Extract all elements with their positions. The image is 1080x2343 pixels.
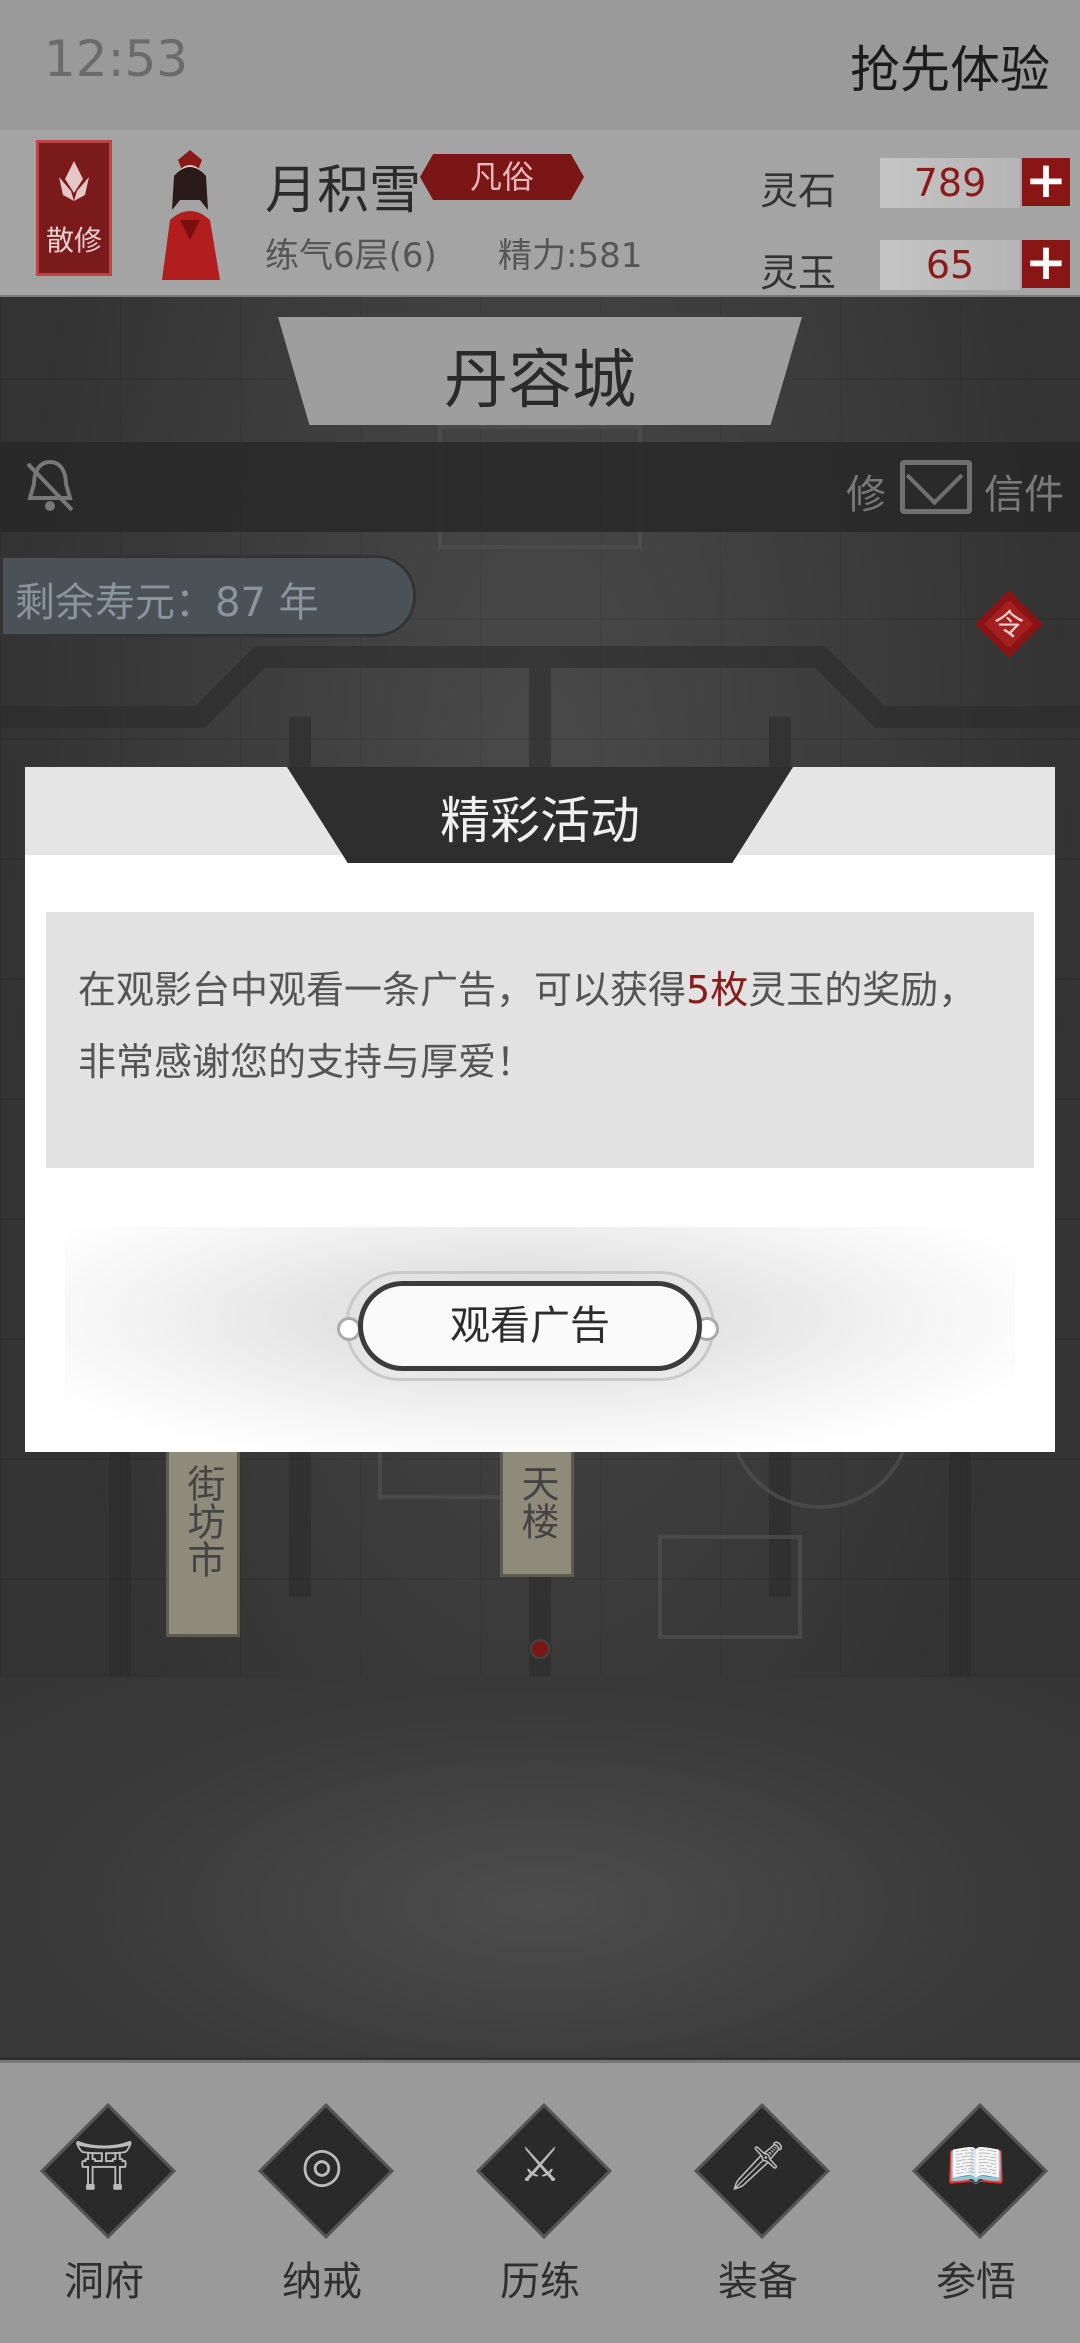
watch-ad-button[interactable]: 观看广告: [358, 1281, 702, 1371]
message-text-before: 在观影台中观看一条广告，可以获得: [78, 968, 687, 1012]
modal-overlay: 精彩活动 在观影台中观看一条广告，可以获得5枚灵玉的奖励，非常感谢您的支持与厚爱…: [0, 0, 1080, 2340]
modal-title: 精彩活动: [440, 792, 640, 850]
message-reward-count: 5枚: [686, 968, 749, 1012]
modal-message: 在观影台中观看一条广告，可以获得5枚灵玉的奖励，非常感谢您的支持与厚爱！: [46, 912, 1034, 1168]
modal-title-tab: 精彩活动: [287, 767, 793, 863]
event-modal: 精彩活动 在观影台中观看一条广告，可以获得5枚灵玉的奖励，非常感谢您的支持与厚爱…: [25, 767, 1055, 1452]
